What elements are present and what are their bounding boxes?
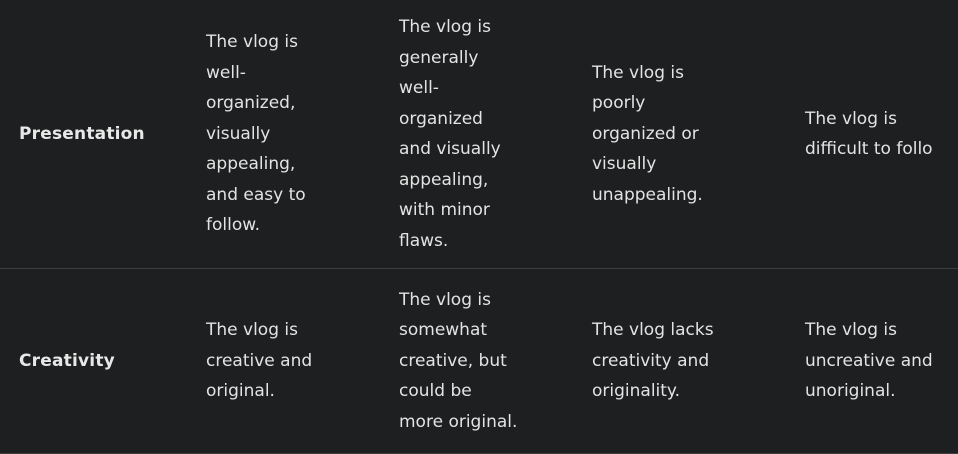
rubric-table: Presentation The vlog is well- organized… [0, 0, 958, 454]
rating-cell-good: The vlog is generally well- organized an… [399, 0, 574, 268]
criterion-cell: Presentation [19, 0, 189, 268]
rating-cell-fair: The vlog lacks creativity and originalit… [592, 269, 792, 453]
cell-text: The vlog is well- organized, visually ap… [206, 32, 306, 236]
cell-text: The vlog is difficult to follo [805, 108, 933, 160]
rating-cell-poor: The vlog is difficult to follo [805, 0, 958, 268]
cell-text: The vlog is poorly organized or visually… [592, 62, 703, 205]
cell-text: The vlog is creative and original. [206, 320, 313, 402]
rating-cell-poor: The vlog is uncreative and unoriginal. [805, 269, 958, 453]
table-row-creativity: Creativity The vlog is creative and orig… [0, 269, 958, 454]
cell-text: The vlog lacks creativity and originalit… [592, 320, 714, 402]
cell-text: The vlog is generally well- organized an… [399, 17, 501, 251]
cell-text: The vlog is somewhat creative, but could… [399, 289, 518, 432]
rating-cell-excellent: The vlog is well- organized, visually ap… [206, 0, 376, 268]
table-row-presentation: Presentation The vlog is well- organized… [0, 0, 958, 269]
criterion-label: Presentation [19, 123, 145, 144]
rating-cell-good: The vlog is somewhat creative, but could… [399, 269, 574, 453]
cell-text: The vlog is uncreative and unoriginal. [805, 320, 933, 402]
rating-cell-excellent: The vlog is creative and original. [206, 269, 376, 453]
criterion-label: Creativity [19, 350, 115, 371]
rating-cell-fair: The vlog is poorly organized or visually… [592, 0, 792, 268]
criterion-cell: Creativity [19, 269, 189, 453]
